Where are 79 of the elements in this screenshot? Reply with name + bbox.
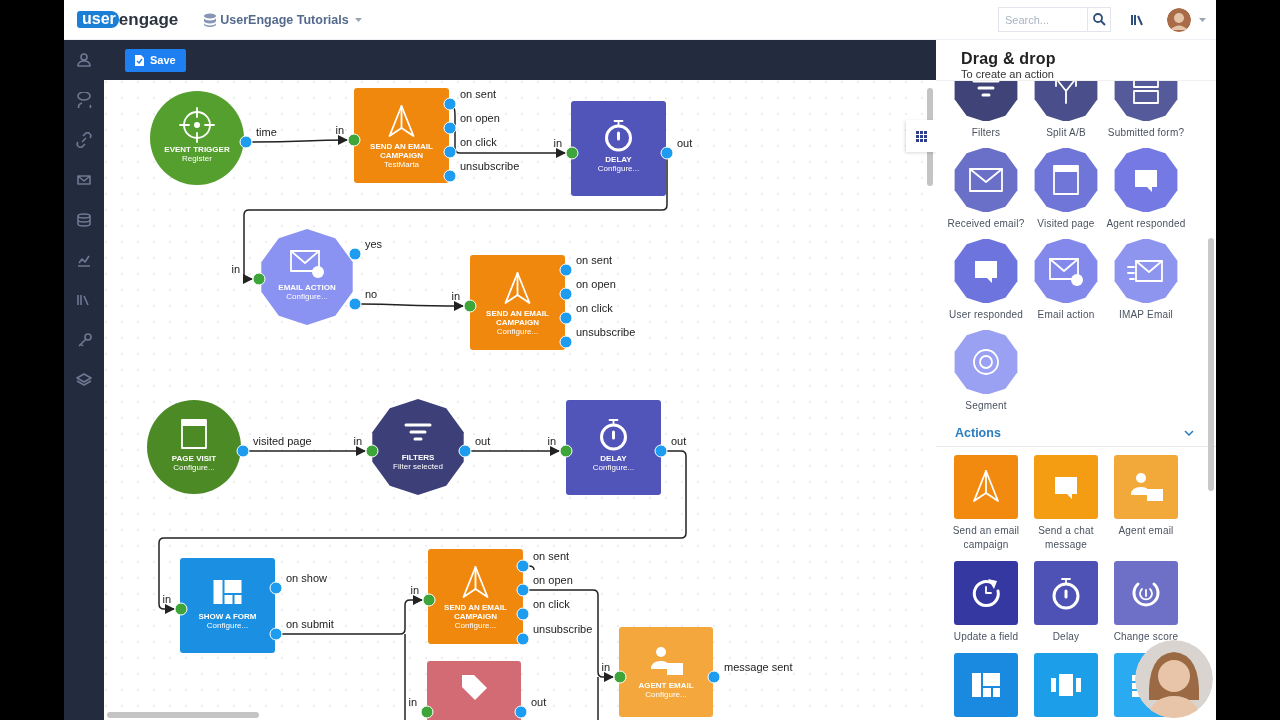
port-label: unsubscribe	[533, 623, 593, 635]
port-label: in	[335, 124, 344, 136]
tile-label: Send a chat message	[1037, 524, 1095, 552]
node-subtitle: Configure...	[206, 621, 249, 630]
port-label: in	[408, 696, 417, 708]
port-label: on show	[286, 572, 327, 584]
node-title: FILTERS	[401, 453, 435, 462]
tile-label: Submitted form?	[1106, 126, 1186, 140]
port-label: no	[365, 288, 378, 300]
port-label: message sent	[724, 661, 793, 673]
node-subtitle: Configure...	[496, 327, 539, 336]
tile-label: Update a field	[952, 630, 1020, 644]
node-subtitle: Configure...	[592, 463, 635, 472]
port-label: on open	[533, 574, 573, 586]
port-label: on open	[460, 112, 500, 124]
node-subtitle: Filter selected	[393, 462, 443, 471]
port-label: time	[256, 126, 277, 138]
port-label: on sent	[460, 88, 497, 100]
node-subtitle: Register	[182, 154, 212, 163]
project-selector[interactable]: UserEngage Tutorials	[220, 12, 349, 27]
node-subtitle: Configure...	[454, 621, 497, 630]
port-label: on click	[576, 302, 613, 314]
node-title: DELAY	[600, 454, 627, 463]
port-label: out	[677, 137, 693, 149]
tile-label: Send an email campaign	[951, 524, 1021, 552]
port-label: out	[475, 435, 491, 447]
tile-label: User responded	[948, 308, 1024, 322]
port-label: in	[601, 661, 610, 673]
node-title: SEND AN EMAIL CAMPAIGN	[369, 142, 434, 160]
port-label: visited page	[253, 435, 312, 447]
search-field[interactable]: Search...	[998, 7, 1087, 32]
port-label: unsubscribe	[576, 326, 636, 338]
port-label: out	[671, 435, 687, 447]
port-label: on sent	[576, 254, 613, 266]
port-label: on sent	[533, 550, 570, 562]
port-label: in	[451, 290, 460, 302]
node-subtitle: Configure...	[645, 690, 687, 699]
port-label: on open	[576, 278, 616, 290]
port-label: in	[231, 263, 240, 275]
port-label: in	[553, 137, 562, 149]
logo-badge: user	[77, 11, 119, 28]
tile-label: IMAP Email	[1117, 308, 1175, 322]
tile-label: Visited page	[1036, 217, 1096, 231]
tile-label: Segment	[964, 399, 1008, 413]
port-label: out	[531, 696, 547, 708]
port-label: on click	[460, 136, 497, 148]
tile-label: Received email?	[946, 217, 1026, 231]
node-title: SEND AN EMAIL CAMPAIGN	[443, 603, 508, 621]
port-label: on click	[533, 598, 570, 610]
tile-label: Agent responded	[1106, 217, 1186, 231]
node-subtitle: Configure...	[286, 292, 328, 301]
tile-label: Change score	[1112, 630, 1180, 644]
port-label: in	[547, 435, 556, 447]
node-subtitle: Configure...	[597, 164, 640, 173]
tile-label: Filters	[970, 126, 1002, 140]
port-label: unsubscribe	[460, 160, 520, 172]
section-title[interactable]: Actions	[955, 425, 1001, 440]
node-subtitle: TestMarta	[383, 160, 420, 169]
node-title: EVENT TRIGGER	[164, 145, 230, 154]
node-title: PAGE VISIT	[171, 454, 217, 463]
panel-subtitle: To create an action	[961, 68, 1055, 80]
node-title: AGENT EMAIL	[638, 681, 694, 690]
node-title: EMAIL ACTION	[278, 283, 336, 292]
tile-label: Agent email	[1117, 524, 1175, 538]
logo-word: engage	[118, 10, 179, 29]
port-label: yes	[365, 238, 383, 250]
port-label: on submit	[286, 618, 334, 630]
port-label: in	[353, 435, 362, 447]
node-title: DELAY	[605, 155, 632, 164]
node-title: SHOW A FORM	[198, 612, 257, 621]
tile-label: Delay	[1051, 630, 1081, 644]
node-subtitle: Configure...	[173, 463, 215, 472]
panel-title: Drag & drop	[961, 50, 1057, 68]
tile-label: Split A/B	[1045, 126, 1087, 140]
port-label: in	[162, 593, 171, 605]
tile-label: Email action	[1036, 308, 1096, 322]
port-label: in	[410, 584, 419, 596]
save-button[interactable]: Save	[125, 48, 186, 72]
node-title: SEND AN EMAIL CAMPAIGN	[485, 309, 550, 327]
